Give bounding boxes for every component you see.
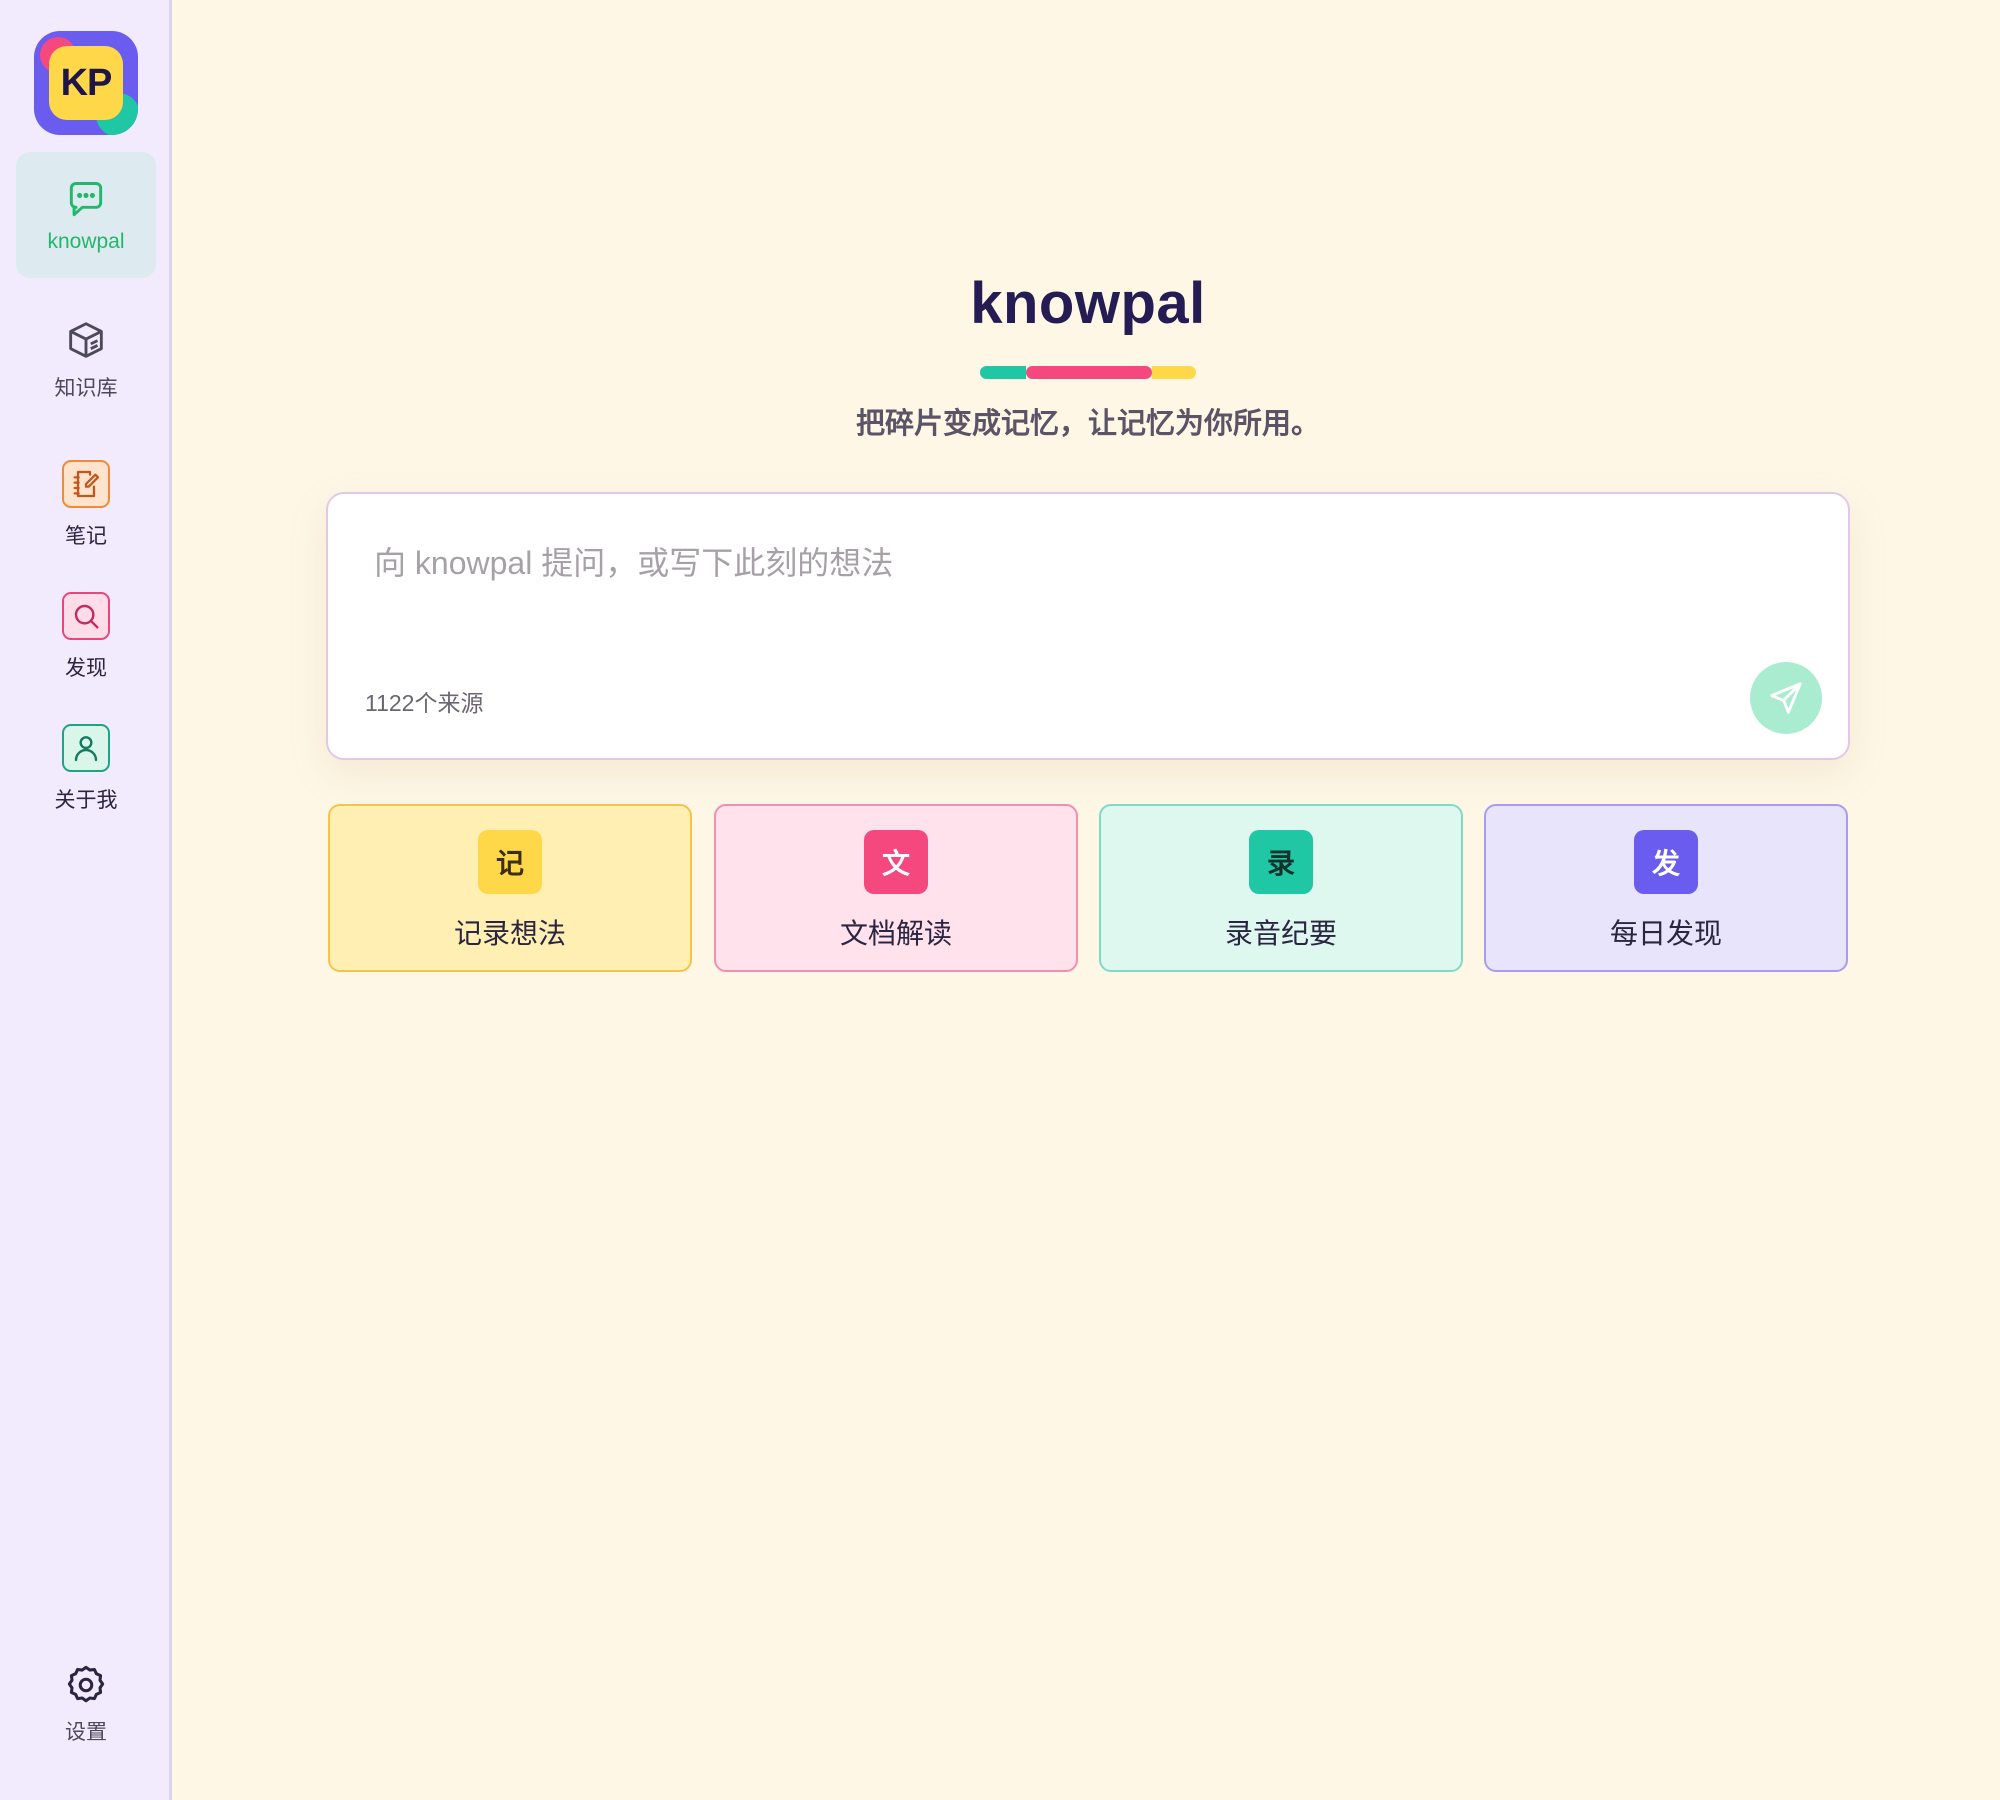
gear-icon	[63, 1662, 109, 1713]
prompt-input[interactable]: 向 knowpal 提问，或写下此刻的想法	[374, 538, 893, 584]
record-badge: 记	[478, 830, 542, 894]
sidebar-item-label: knowpal	[47, 230, 125, 253]
recording-badge: 录	[1249, 830, 1313, 894]
action-label: 录音纪要	[1224, 918, 1337, 949]
sidebar: KP knowpal 知识库 笔记 发现 关于我 设置	[0, 0, 172, 1800]
record-idea-button[interactable]: 记 记录想法	[328, 804, 692, 972]
sidebar-item-about-me[interactable]: 关于我	[16, 712, 156, 838]
sidebar-item-label: 发现	[65, 657, 107, 680]
document-reading-button[interactable]: 文 文档解读	[714, 804, 1078, 972]
document-badge: 文	[864, 830, 928, 894]
action-label: 每日发现	[1609, 918, 1722, 949]
settings-button[interactable]: 设置	[16, 1654, 156, 1780]
sidebar-item-discover[interactable]: 发现	[16, 580, 156, 706]
action-label: 记录想法	[453, 918, 566, 949]
note-edit-icon	[62, 460, 110, 508]
search-icon	[62, 592, 110, 640]
sidebar-item-label: 知识库	[54, 377, 118, 400]
discovery-badge: 发	[1634, 830, 1698, 894]
sidebar-item-knowledge-base[interactable]: 知识库	[16, 300, 156, 426]
sources-count: 1122个来源	[365, 690, 484, 716]
action-label: 文档解读	[839, 918, 952, 949]
send-icon	[1770, 682, 1802, 714]
send-button[interactable]	[1750, 662, 1822, 734]
settings-label: 设置	[65, 1721, 107, 1744]
logo-text: KP	[49, 46, 123, 120]
user-icon	[62, 724, 110, 772]
sidebar-item-label: 关于我	[54, 789, 118, 812]
sidebar-item-notes[interactable]: 笔记	[16, 448, 156, 574]
app-logo[interactable]: KP	[34, 31, 138, 135]
cube-icon	[63, 318, 109, 369]
chat-icon	[64, 178, 108, 227]
daily-discovery-button[interactable]: 发 每日发现	[1484, 804, 1848, 972]
page-title: knowpal	[970, 271, 1206, 336]
prompt-card: 向 knowpal 提问，或写下此刻的想法 1122个来源	[326, 492, 1850, 760]
sidebar-item-label: 笔记	[65, 525, 107, 548]
sidebar-item-knowpal[interactable]: knowpal	[16, 152, 156, 278]
title-underline	[980, 366, 1196, 379]
recording-minutes-button[interactable]: 录 录音纪要	[1099, 804, 1463, 972]
page-subtitle: 把碎片变成记忆，让记忆为你所用。	[855, 408, 1320, 440]
